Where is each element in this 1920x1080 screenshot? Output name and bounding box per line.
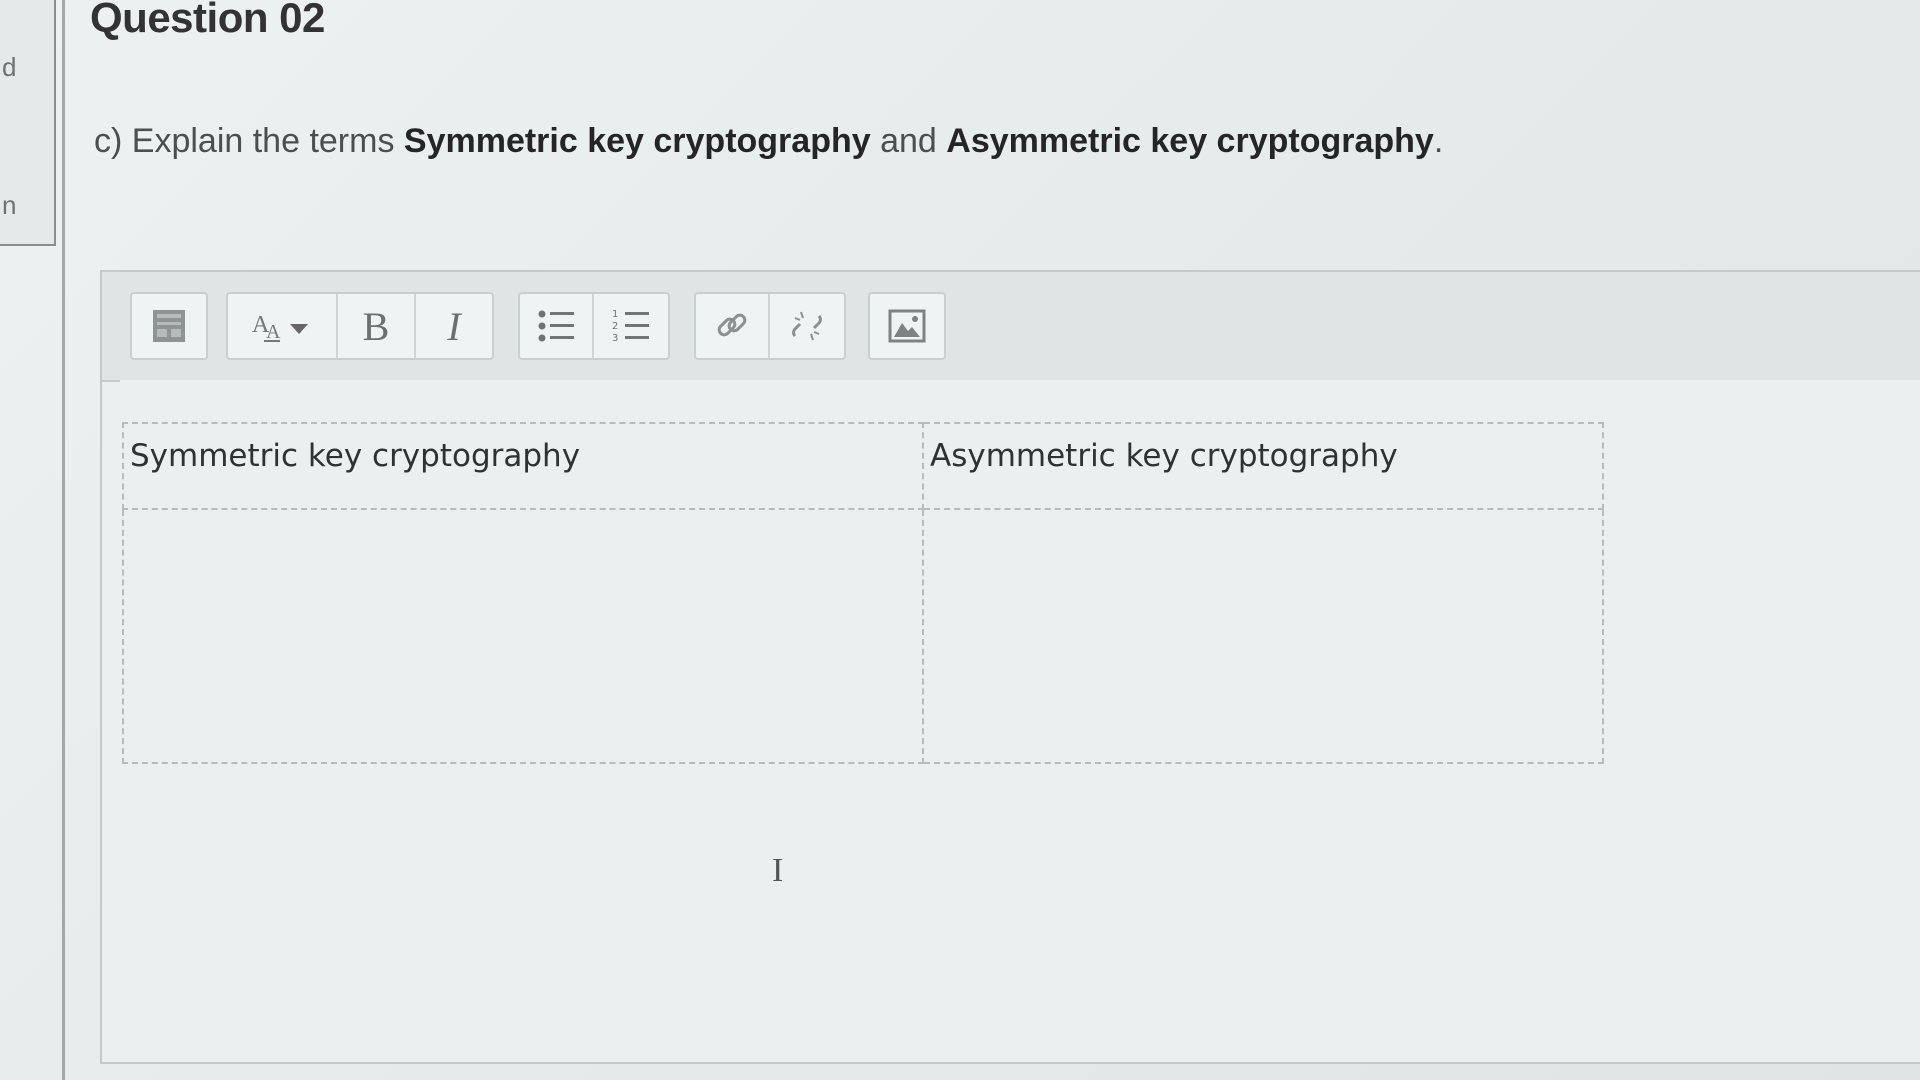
left-nav-panel[interactable]: d n (0, 0, 56, 246)
font-size-icon: A A (250, 306, 314, 346)
nav-text-fragment: n (2, 190, 17, 220)
numbered-list-icon: 1 2 3 (611, 306, 651, 346)
table-header-cell[interactable]: Symmetric key cryptography (122, 422, 924, 510)
page: d n Question 02 c) Explain the terms Sym… (0, 0, 1920, 1080)
table-cell-asymmetric-answer[interactable] (922, 508, 1604, 764)
italic-icon: I (447, 303, 461, 349)
svg-text:3: 3 (612, 333, 618, 344)
toolbar-group-media (868, 292, 946, 360)
divider (62, 0, 65, 1080)
question-title: Question 02 (90, 0, 325, 41)
bold-icon: B (362, 303, 390, 349)
rich-text-editor[interactable]: A A B I 1 2 3 Symmetric key cryptography… (100, 270, 1920, 1064)
prompt-suffix: . (1433, 122, 1444, 160)
editor-content-area[interactable]: Symmetric key cryptography Asymmetric ke… (120, 380, 1920, 1062)
svg-text:2: 2 (612, 321, 618, 332)
toolbar-group-links (694, 292, 846, 360)
link-icon (712, 306, 752, 346)
link-button[interactable] (696, 294, 770, 358)
nav-text-fragment: d (2, 52, 17, 82)
question-prompt: c) Explain the terms Symmetric key crypt… (94, 122, 1443, 161)
table-header-cell[interactable]: Asymmetric key cryptography (922, 422, 1604, 510)
bullet-list-icon (536, 306, 576, 346)
toolbar-group-toggle (130, 292, 208, 360)
bullet-list-button[interactable] (520, 294, 594, 358)
toolbar-toggle-button[interactable] (132, 294, 206, 358)
text-cursor-icon: I (772, 852, 784, 889)
svg-text:1: 1 (612, 309, 618, 320)
bold-button[interactable]: B (338, 294, 416, 358)
table-row (122, 508, 1604, 764)
italic-button[interactable]: I (416, 294, 492, 358)
unlink-button[interactable] (770, 294, 844, 358)
unlink-icon (787, 306, 827, 346)
insert-image-button[interactable] (870, 294, 944, 358)
font-size-dropdown[interactable]: A A (228, 294, 338, 358)
prompt-term-asymmetric: Asymmetric key cryptography (946, 122, 1434, 160)
prompt-connector: and (870, 122, 947, 160)
table-header-row: Symmetric key cryptography Asymmetric ke… (122, 422, 1604, 510)
toolbar-group-text: A A B I (226, 292, 494, 360)
prompt-term-symmetric: Symmetric key cryptography (403, 122, 871, 160)
svg-text:A: A (266, 321, 281, 343)
answer-table[interactable]: Symmetric key cryptography Asymmetric ke… (122, 422, 1604, 764)
image-icon (888, 309, 926, 343)
toolbar-group-lists: 1 2 3 (518, 292, 670, 360)
prompt-prefix: c) Explain the terms (94, 122, 404, 160)
editor-toolbar: A A B I 1 2 3 (102, 272, 1920, 382)
numbered-list-button[interactable]: 1 2 3 (594, 294, 668, 358)
toolbar-toggle-icon (151, 308, 187, 344)
table-cell-symmetric-answer[interactable] (122, 508, 924, 764)
